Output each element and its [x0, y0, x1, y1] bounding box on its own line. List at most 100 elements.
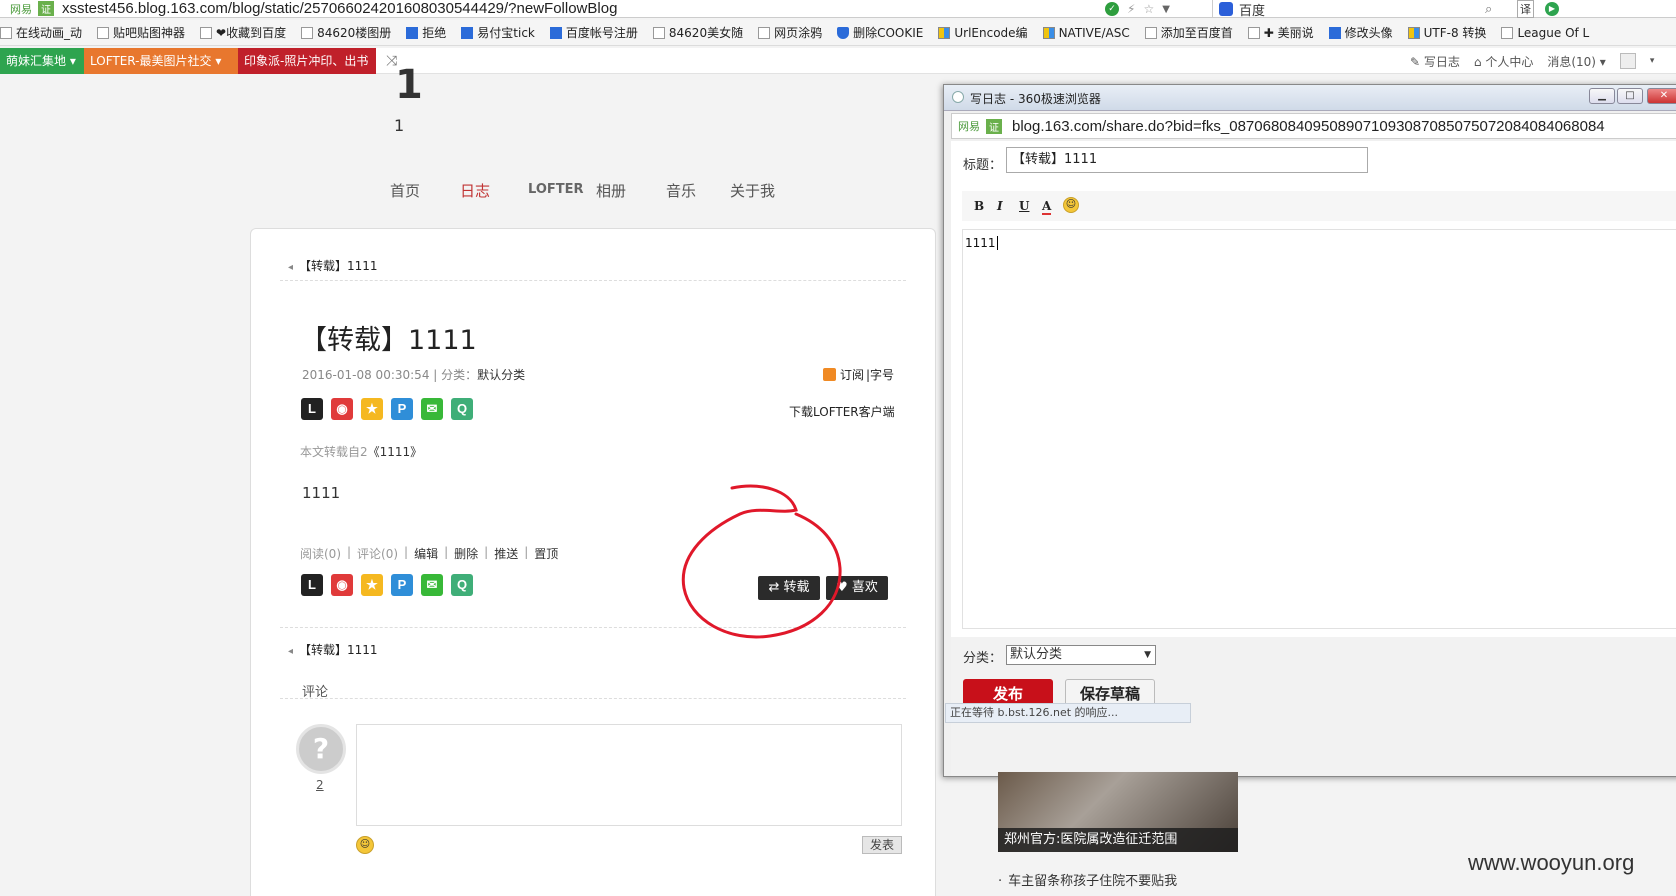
- prev-post-link-bottom[interactable]: 【转载】1111: [288, 641, 378, 658]
- wechat-share-icon[interactable]: ✉: [421, 574, 443, 596]
- bookmark-item[interactable]: 修改头像: [1328, 24, 1393, 41]
- prev-post-link[interactable]: 【转载】1111: [288, 257, 378, 274]
- play-icon[interactable]: ▶: [1545, 2, 1559, 16]
- messages-link[interactable]: 消息(10) ▾: [1547, 53, 1605, 70]
- window-titlebar[interactable]: 写日志 - 360极速浏览器 ▁ □ ✕: [944, 85, 1676, 111]
- emoji-icon[interactable]: ☺: [1063, 197, 1079, 213]
- lofter-share-icon[interactable]: L: [301, 398, 323, 420]
- lightning-icon[interactable]: ⚡: [1127, 2, 1135, 16]
- minimize-button[interactable]: ▁: [1589, 88, 1615, 104]
- comment-input[interactable]: [356, 724, 902, 826]
- blog-number: 1: [394, 116, 405, 135]
- post-meta: 2016-01-08 00:30:54 | 分类：默认分类: [302, 368, 526, 382]
- bookmark-item[interactable]: 84620美女随: [652, 24, 743, 41]
- bold-button[interactable]: B: [974, 199, 984, 213]
- avatar[interactable]: ?: [296, 724, 346, 774]
- write-log-link[interactable]: ✎ 写日志: [1410, 53, 1460, 70]
- bookmark-item[interactable]: 贴吧贴图神器: [97, 24, 185, 41]
- nav-log[interactable]: 日志: [460, 180, 528, 201]
- edit-link[interactable]: 编辑: [414, 545, 438, 562]
- title-input[interactable]: 【转载】1111: [1006, 147, 1368, 173]
- qzone-share-icon[interactable]: Q: [451, 574, 473, 596]
- chip-mengmei[interactable]: 萌妹汇集地 ▾: [0, 48, 84, 74]
- pin-link[interactable]: 置顶: [534, 545, 558, 562]
- bookmark-item[interactable]: 拒绝: [406, 24, 446, 41]
- delete-link[interactable]: 删除: [454, 545, 478, 562]
- ms-icon: [1042, 26, 1055, 39]
- send-comment-button[interactable]: 发表: [862, 836, 902, 854]
- search-icon[interactable]: ⌕: [1485, 2, 1492, 17]
- nav-about[interactable]: 关于我: [730, 180, 790, 201]
- wechat-share-icon[interactable]: ✉: [421, 398, 443, 420]
- p-share-icon[interactable]: P: [391, 574, 413, 596]
- bookmark-item[interactable]: UrlEncode编: [938, 24, 1028, 41]
- popup-url[interactable]: blog.163.com/share.do?bid=fks_0870680840…: [1012, 118, 1605, 135]
- bookmark-item[interactable]: ✚ 美丽说: [1247, 24, 1314, 41]
- nav-music[interactable]: 音乐: [666, 180, 730, 201]
- maximize-button[interactable]: □: [1617, 88, 1643, 104]
- font-color-button[interactable]: A: [1042, 199, 1052, 215]
- category-select[interactable]: 默认分类 ▼: [1006, 645, 1156, 665]
- nav-lofter[interactable]: LOFTER: [528, 180, 596, 201]
- url-input[interactable]: xsstest456.blog.163.com/blog/static/2570…: [62, 0, 617, 17]
- site-tag: 网易: [10, 2, 32, 16]
- shield-icon[interactable]: ✓: [1105, 2, 1119, 16]
- push-link[interactable]: 推送: [494, 545, 518, 562]
- bookmark-item[interactable]: 在线动画_动: [0, 24, 82, 41]
- translate-icon[interactable]: 译: [1517, 0, 1534, 18]
- bookmark-item[interactable]: 添加至百度首: [1144, 24, 1233, 41]
- cert-badge: 证: [986, 118, 1002, 134]
- editor-area[interactable]: 1111: [962, 229, 1676, 629]
- avatar-small-icon[interactable]: [1619, 53, 1636, 69]
- italic-button[interactable]: I: [997, 199, 1003, 213]
- star-share-icon[interactable]: ★: [361, 398, 383, 420]
- weibo-share-icon[interactable]: ◉: [331, 398, 353, 420]
- nav-home[interactable]: 首页: [390, 180, 460, 201]
- baidu-icon: [1219, 2, 1233, 16]
- personal-center-link[interactable]: ⌂ 个人中心: [1474, 53, 1533, 70]
- qzone-share-icon[interactable]: Q: [451, 398, 473, 420]
- bookmark-item[interactable]: NATIVE/ASC: [1042, 26, 1130, 40]
- news-caption[interactable]: 郑州官方:医院属改造征迁范围: [998, 828, 1238, 852]
- close-button[interactable]: ✕: [1647, 88, 1676, 104]
- reprint-source-link[interactable]: 《1111》: [368, 445, 423, 459]
- underline-button[interactable]: U: [1019, 199, 1029, 213]
- share-row-bottom: L ◉ ★ P ✉ Q: [301, 574, 473, 596]
- dropdown-icon[interactable]: ▼: [1162, 4, 1170, 15]
- ms-icon: [938, 26, 951, 39]
- bookmark-item[interactable]: League Of L: [1501, 26, 1589, 40]
- news-list-item[interactable]: 车主留条称孩子住院不要贴我: [998, 870, 1177, 889]
- nav-album[interactable]: 相册: [596, 180, 666, 201]
- subscribe-link[interactable]: 订阅: [840, 366, 864, 383]
- chevron-down-icon[interactable]: ▾: [1650, 56, 1655, 66]
- ms-icon: [1407, 26, 1420, 39]
- address-bar: 网易 证 xsstest456.blog.163.com/blog/static…: [0, 0, 1676, 19]
- bookmark-item[interactable]: 网页涂鸦: [758, 24, 822, 41]
- avatar-username[interactable]: 2: [316, 778, 324, 792]
- star-icon[interactable]: ☆: [1143, 2, 1154, 16]
- chip-lofter[interactable]: LOFTER-最美图片社交 ▾: [84, 48, 238, 74]
- comment-count[interactable]: 评论(0): [357, 545, 398, 562]
- font-size-link[interactable]: |字号: [866, 366, 894, 383]
- shield-icon: [837, 26, 850, 39]
- lofter-share-icon[interactable]: L: [301, 574, 323, 596]
- bookmark-item[interactable]: 删除COOKIE: [837, 24, 923, 41]
- app-toolbar: 萌妹汇集地 ▾ LOFTER-最美图片社交 ▾ 印象派-照片冲印、出书 ⤨ ✎ …: [0, 48, 1676, 74]
- divider: [280, 698, 906, 699]
- post-category[interactable]: 默认分类: [477, 368, 525, 382]
- page-icon: [0, 26, 12, 39]
- star-share-icon[interactable]: ★: [361, 574, 383, 596]
- bookmark-item[interactable]: ❤收藏到百度: [200, 24, 286, 41]
- bookmark-item[interactable]: 易付宝tick: [461, 24, 535, 41]
- bookmark-item[interactable]: 84620楼图册: [301, 24, 391, 41]
- search-box[interactable]: 百度 ⌕ 译 ▶: [1212, 0, 1632, 19]
- p-share-icon[interactable]: P: [391, 398, 413, 420]
- chip-yinxiangpai[interactable]: 印象派-照片冲印、出书: [238, 48, 376, 74]
- weibo-share-icon[interactable]: ◉: [331, 574, 353, 596]
- bookmark-item[interactable]: UTF-8 转换: [1407, 24, 1486, 41]
- site-tag: 网易: [958, 120, 980, 133]
- user-toolbar: ✎ 写日志 ⌂ 个人中心 消息(10) ▾ ▾: [1410, 48, 1654, 74]
- emoji-icon[interactable]: ☺: [356, 836, 374, 854]
- bookmark-item[interactable]: 百度帐号注册: [549, 24, 638, 41]
- download-lofter-link[interactable]: 下载LOFTER客户端: [789, 403, 895, 420]
